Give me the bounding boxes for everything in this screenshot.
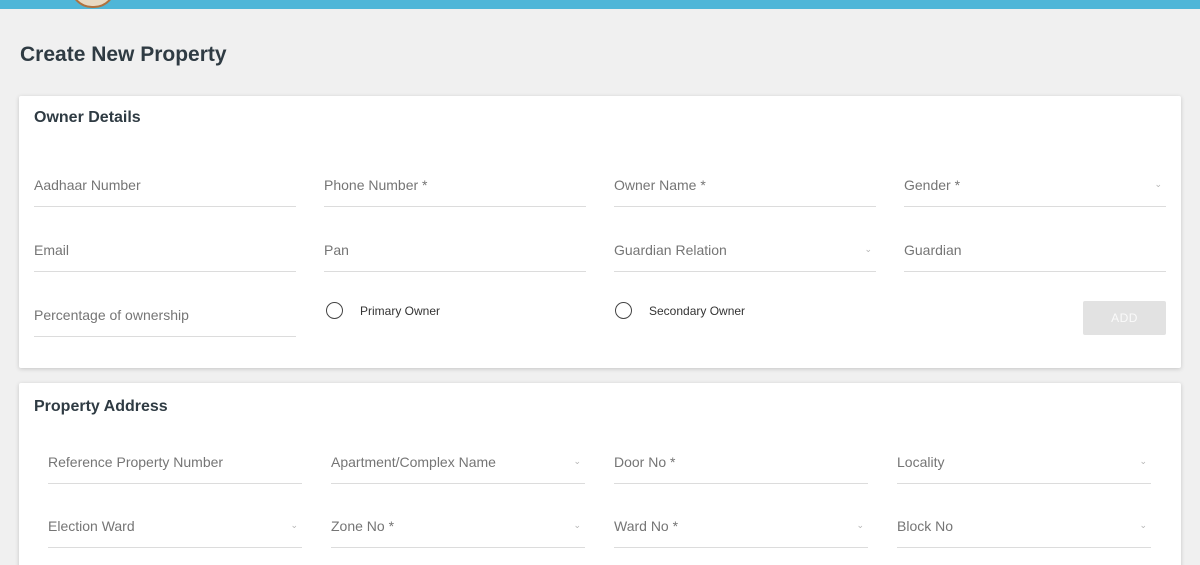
page-title: Create New Property <box>20 43 227 66</box>
aadhaar-number-label: Aadhaar Number <box>34 177 141 193</box>
owner-details-title: Owner Details <box>34 109 141 126</box>
chevron-down-icon: ⌄ <box>290 520 298 530</box>
top-app-bar <box>0 0 1200 9</box>
phone-number-label: Phone Number * <box>324 177 428 193</box>
locality-label: Locality <box>897 454 945 470</box>
zone-no-select[interactable]: Zone No * ⌄ <box>331 518 585 548</box>
block-no-label: Block No <box>897 518 954 534</box>
radio-circle-icon[interactable] <box>326 302 343 319</box>
email-label: Email <box>34 242 70 258</box>
guardian-relation-select[interactable]: Guardian Relation ⌄ <box>614 242 876 272</box>
election-ward-select[interactable]: Election Ward ⌄ <box>48 518 302 548</box>
phone-number-field[interactable]: Phone Number * <box>324 177 586 207</box>
apartment-complex-label: Apartment/Complex Name <box>331 454 496 470</box>
locality-select[interactable]: Locality ⌄ <box>897 454 1151 484</box>
election-ward-label: Election Ward <box>48 518 135 534</box>
radio-circle-icon[interactable] <box>615 302 632 319</box>
primary-owner-label: Primary Owner <box>360 303 441 318</box>
primary-owner-radio[interactable]: Primary Owner <box>326 302 440 319</box>
percentage-ownership-field[interactable]: Percentage of ownership <box>34 307 296 337</box>
gender-select[interactable]: Gender * ⌄ <box>904 177 1166 207</box>
chevron-down-icon: ⌄ <box>1154 179 1162 189</box>
pan-label: Pan <box>324 242 349 258</box>
chevron-down-icon: ⌄ <box>864 244 872 254</box>
chevron-down-icon: ⌄ <box>573 520 581 530</box>
owner-name-label: Owner Name * <box>614 177 706 193</box>
chevron-down-icon: ⌄ <box>1139 456 1147 466</box>
apartment-complex-select[interactable]: Apartment/Complex Name ⌄ <box>331 454 585 484</box>
property-address-card: Property Address Reference Property Numb… <box>19 383 1181 565</box>
property-address-title: Property Address <box>34 398 168 415</box>
owner-name-field[interactable]: Owner Name * <box>614 177 876 207</box>
aadhaar-number-field[interactable]: Aadhaar Number <box>34 177 296 207</box>
add-owner-button[interactable]: ADD <box>1083 301 1166 335</box>
block-no-select[interactable]: Block No ⌄ <box>897 518 1151 548</box>
pan-field[interactable]: Pan <box>324 242 586 272</box>
guardian-relation-label: Guardian Relation <box>614 242 727 258</box>
ward-no-select[interactable]: Ward No * ⌄ <box>614 518 868 548</box>
gender-label: Gender * <box>904 177 961 193</box>
email-field[interactable]: Email <box>34 242 296 272</box>
chevron-down-icon: ⌄ <box>1139 520 1147 530</box>
reference-property-number-label: Reference Property Number <box>48 454 224 470</box>
owner-details-card: Owner Details Aadhaar Number Phone Numbe… <box>19 96 1181 368</box>
reference-property-number-field[interactable]: Reference Property Number <box>48 454 302 484</box>
chevron-down-icon: ⌄ <box>573 456 581 466</box>
secondary-owner-radio[interactable]: Secondary Owner <box>615 302 745 319</box>
zone-no-label: Zone No * <box>331 518 395 534</box>
door-no-field[interactable]: Door No * <box>614 454 868 484</box>
guardian-field[interactable]: Guardian <box>904 242 1166 272</box>
guardian-label: Guardian <box>904 242 962 258</box>
door-no-label: Door No * <box>614 454 676 470</box>
secondary-owner-label: Secondary Owner <box>649 303 746 318</box>
ward-no-label: Ward No * <box>614 518 679 534</box>
percentage-ownership-label: Percentage of ownership <box>34 307 189 323</box>
chevron-down-icon: ⌄ <box>856 520 864 530</box>
